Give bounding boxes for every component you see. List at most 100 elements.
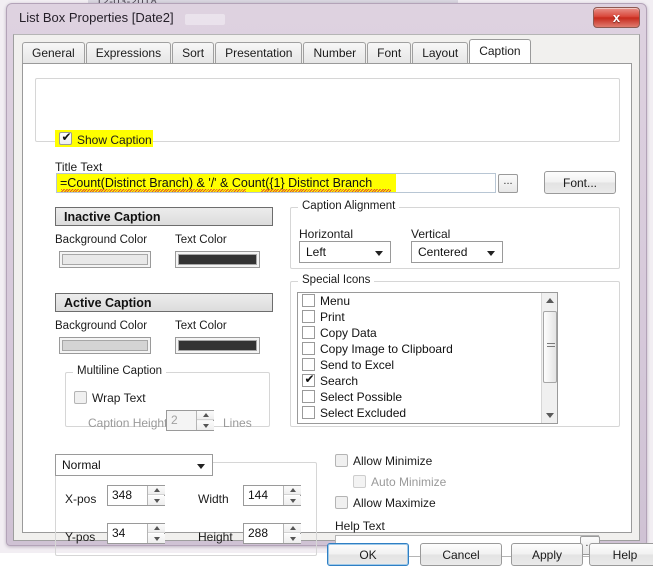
special-icons-scrollbar[interactable] — [541, 293, 557, 423]
height-spin-down[interactable] — [284, 534, 301, 543]
chevron-down-icon — [197, 464, 205, 469]
horizontal-alignment-value: Left — [306, 245, 327, 259]
wrap-text-label: Wrap Text — [92, 391, 146, 405]
xpos-spinner[interactable]: 348 — [107, 485, 165, 506]
special-icons-list[interactable]: Menu Print Copy Data Copy Image to Clipb… — [297, 292, 558, 424]
tab-caption[interactable]: Caption — [469, 39, 531, 63]
inactive-text-color-swatch[interactable] — [175, 251, 260, 268]
ypos-value: 34 — [112, 526, 126, 540]
caption-height-spin-up[interactable] — [197, 411, 214, 420]
help-button[interactable]: Help — [589, 543, 653, 566]
close-icon: x — [612, 10, 621, 25]
active-background-color-swatch[interactable] — [59, 337, 151, 354]
allow-minimize-checkbox[interactable] — [335, 454, 348, 467]
height-spin-buttons[interactable] — [283, 524, 301, 543]
caption-height-spin-buttons[interactable] — [196, 411, 214, 430]
vertical-alignment-dropdown[interactable]: Centered — [411, 241, 503, 263]
caption-alignment-legend: Caption Alignment — [298, 200, 400, 212]
dialog-title-bar: List Box Properties [Date2] x — [7, 4, 646, 34]
layer-mode-dropdown[interactable]: Normal — [55, 454, 213, 476]
list-item[interactable]: Menu — [298, 293, 557, 309]
auto-minimize-checkbox — [353, 475, 366, 488]
ypos-spin-buttons[interactable] — [147, 524, 165, 543]
scroll-down-icon[interactable] — [542, 408, 557, 423]
list-box-properties-dialog: List Box Properties [Date2] x General Ex… — [6, 3, 653, 566]
horizontal-label: Horizontal — [299, 227, 354, 241]
ok-button[interactable]: OK — [327, 543, 409, 566]
width-spin-down[interactable] — [284, 496, 301, 505]
xpos-spin-up[interactable] — [148, 486, 165, 495]
tab-presentation[interactable]: Presentation — [215, 42, 303, 63]
list-item[interactable]: Copy Data — [298, 325, 557, 341]
height-spin-up[interactable] — [284, 524, 301, 533]
active-background-color-label: Background Color — [55, 320, 148, 332]
list-item[interactable]: Send to Excel — [298, 357, 557, 373]
list-item-label: Search — [320, 374, 359, 388]
title-text-browse-button[interactable]: ... — [498, 174, 518, 193]
caption-height-spin-down[interactable] — [197, 421, 214, 430]
tab-strip: General Expressions Sort Presentation Nu… — [22, 39, 632, 64]
xpos-spin-buttons[interactable] — [147, 486, 165, 505]
print-checkbox[interactable] — [302, 310, 315, 323]
scroll-up-icon[interactable] — [542, 293, 557, 308]
allow-minimize-label: Allow Minimize — [353, 454, 433, 468]
width-spin-buttons[interactable] — [283, 486, 301, 505]
send-to-excel-checkbox[interactable] — [302, 358, 315, 371]
width-spin-up[interactable] — [284, 486, 301, 495]
ypos-spin-down[interactable] — [148, 534, 165, 543]
tab-sort[interactable]: Sort — [172, 42, 215, 63]
inactive-caption-header: Inactive Caption — [55, 207, 273, 226]
height-value: 288 — [248, 526, 269, 540]
allow-maximize-checkbox[interactable] — [335, 496, 348, 509]
inactive-background-color-swatch[interactable] — [59, 251, 151, 268]
scrollbar-thumb[interactable] — [543, 311, 557, 383]
show-caption-checkbox[interactable] — [59, 130, 73, 145]
allow-maximize-label: Allow Maximize — [353, 496, 436, 510]
dialog-body: General Expressions Sort Presentation Nu… — [13, 34, 653, 566]
list-item-label: Copy Data — [320, 326, 377, 340]
list-item[interactable]: Print — [298, 309, 557, 325]
tab-general[interactable]: General — [22, 42, 85, 63]
select-excluded-checkbox[interactable] — [302, 406, 315, 419]
ypos-spin-up[interactable] — [148, 524, 165, 533]
xpos-label: X-pos — [65, 492, 97, 506]
copy-data-checkbox[interactable] — [302, 326, 315, 339]
tab-layout[interactable]: Layout — [412, 42, 469, 63]
title-bar-smudge — [185, 14, 225, 25]
tab-number[interactable]: Number — [303, 42, 367, 63]
tab-expressions[interactable]: Expressions — [85, 42, 172, 63]
spellcheck-squiggle-2 — [261, 189, 391, 192]
list-item[interactable]: Select Excluded — [298, 405, 557, 421]
height-spinner[interactable]: 288 — [243, 523, 301, 544]
active-text-color-label: Text Color — [175, 320, 227, 332]
width-value: 144 — [248, 488, 269, 502]
menu-checkbox[interactable] — [302, 294, 315, 307]
apply-button[interactable]: Apply — [511, 543, 583, 566]
caption-height-spinner[interactable]: 2 — [166, 410, 214, 431]
help-text-label: Help Text — [335, 519, 385, 533]
height-label: Height — [198, 530, 233, 544]
list-item[interactable]: Search — [298, 372, 557, 389]
multiline-caption-legend: Multiline Caption — [73, 365, 167, 377]
active-text-color-swatch[interactable] — [175, 337, 260, 354]
search-checkbox[interactable] — [302, 372, 316, 387]
font-button[interactable]: Font... — [544, 171, 616, 194]
list-item-label: Select Excluded — [320, 406, 407, 420]
horizontal-alignment-dropdown[interactable]: Left — [299, 241, 391, 263]
ypos-spinner[interactable]: 34 — [107, 523, 165, 544]
close-button[interactable]: x — [593, 7, 640, 28]
layer-mode-value: Normal — [62, 458, 101, 472]
list-item[interactable]: Select Possible — [298, 389, 557, 405]
width-spinner[interactable]: 144 — [243, 485, 301, 506]
list-item[interactable]: Copy Image to Clipboard — [298, 341, 557, 357]
title-text-label: Title Text — [55, 160, 103, 174]
tab-font[interactable]: Font — [367, 42, 412, 63]
copy-image-to-clipboard-checkbox[interactable] — [302, 342, 315, 355]
active-caption-header: Active Caption — [55, 293, 273, 312]
wrap-text-checkbox[interactable] — [74, 391, 87, 404]
caption-tab-panel: Show Caption Title Text =Count(Distinct … — [22, 63, 632, 557]
list-item-label: Menu — [320, 294, 351, 308]
cancel-button[interactable]: Cancel — [420, 543, 502, 566]
select-possible-checkbox[interactable] — [302, 390, 315, 403]
xpos-spin-down[interactable] — [148, 496, 165, 505]
